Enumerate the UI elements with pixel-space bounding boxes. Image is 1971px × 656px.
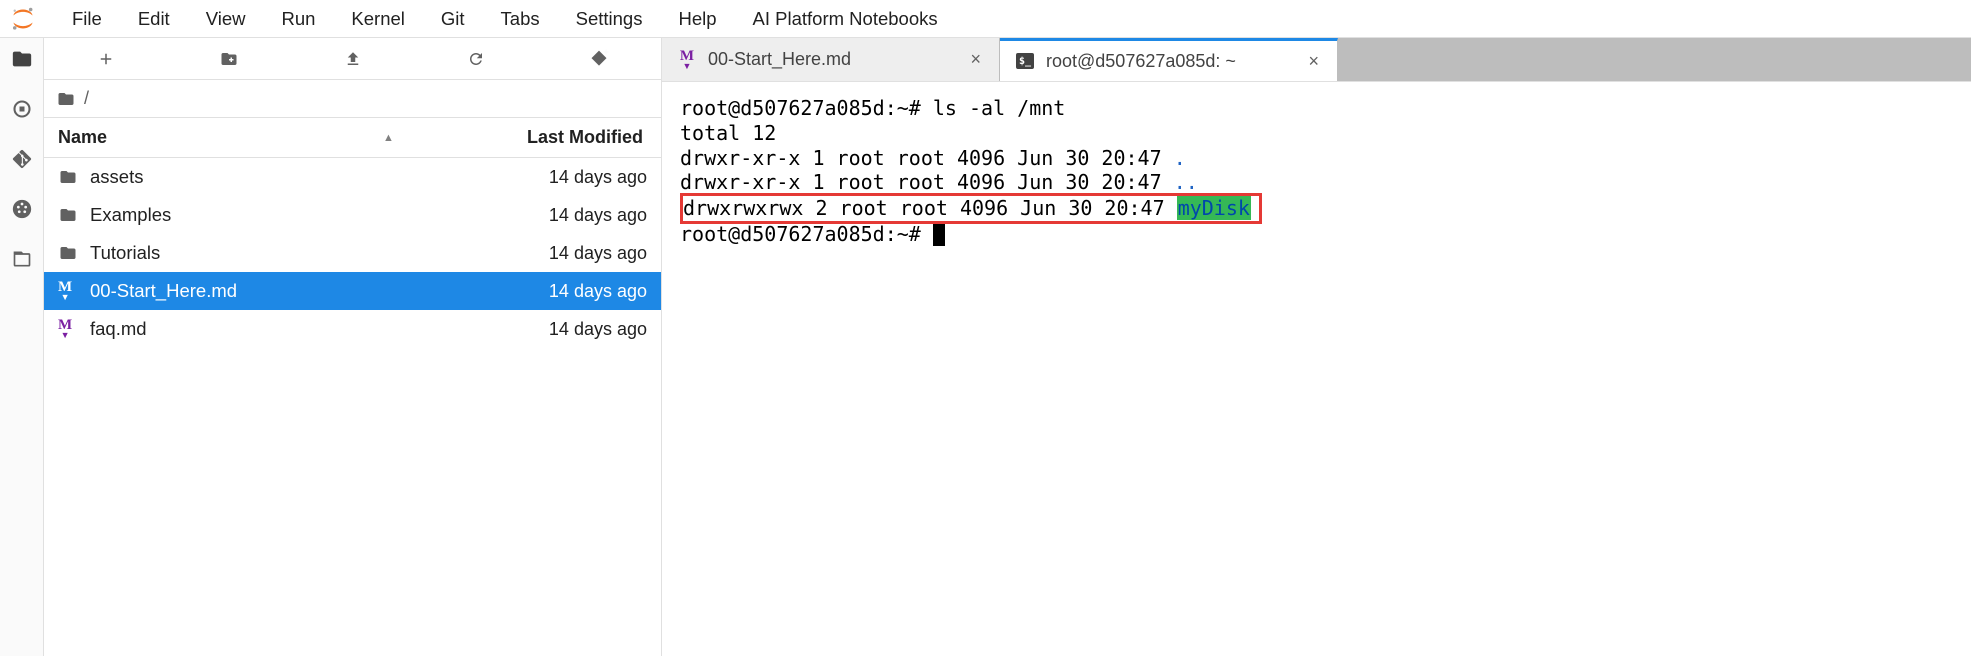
- file-name: faq.md: [82, 318, 549, 340]
- breadcrumb[interactable]: /: [44, 80, 661, 118]
- markdown-icon: M▼: [58, 280, 82, 302]
- column-modified-header: Last Modified: [527, 127, 647, 148]
- terminal-icon: $_: [1014, 53, 1036, 69]
- menubar-items: FileEditViewRunKernelGitTabsSettingsHelp…: [54, 2, 956, 36]
- menu-edit[interactable]: Edit: [120, 2, 188, 36]
- column-name-header: Name: [58, 127, 107, 148]
- close-icon[interactable]: ×: [1304, 49, 1323, 74]
- close-icon[interactable]: ×: [966, 47, 985, 72]
- markdown-icon: M▼: [676, 49, 698, 71]
- folder-icon: [56, 90, 76, 108]
- jupyter-logo[interactable]: [8, 4, 38, 34]
- tab[interactable]: $_ root@d507627a085d: ~×: [1000, 38, 1338, 81]
- file-row[interactable]: Examples14 days ago: [44, 196, 661, 234]
- breadcrumb-path: /: [84, 88, 89, 109]
- menu-view[interactable]: View: [188, 2, 264, 36]
- terminal-text: drwxrwxrwx 2 root root 4096 Jun 30 20:47: [683, 196, 1177, 220]
- terminal-text: drwxr-xr-x 1 root root 4096 Jun 30 20:47: [680, 170, 1174, 194]
- sort-caret-icon: ▲: [383, 132, 394, 144]
- commands-icon[interactable]: [11, 198, 33, 220]
- file-list-header[interactable]: Name ▲ Last Modified: [44, 118, 661, 158]
- menu-file[interactable]: File: [54, 2, 120, 36]
- file-name: 00-Start_Here.md: [82, 280, 549, 302]
- folder-icon: [58, 206, 82, 224]
- menubar: FileEditViewRunKernelGitTabsSettingsHelp…: [0, 0, 1971, 38]
- terminal-line: drwxr-xr-x 1 root root 4096 Jun 30 20:47…: [680, 146, 1953, 171]
- tabbar: M▼00-Start_Here.md×$_root@d507627a085d: …: [662, 38, 1971, 82]
- file-row[interactable]: M▼00-Start_Here.md14 days ago: [44, 272, 661, 310]
- file-row[interactable]: M▼faq.md14 days ago: [44, 310, 661, 348]
- git-icon[interactable]: [11, 148, 33, 170]
- file-modified: 14 days ago: [549, 319, 647, 340]
- terminal-text: myDisk: [1177, 196, 1251, 220]
- menu-kernel[interactable]: Kernel: [333, 2, 422, 36]
- file-modified: 14 days ago: [549, 205, 647, 226]
- menu-run[interactable]: Run: [263, 2, 333, 36]
- refresh-button[interactable]: [414, 50, 537, 68]
- folder-icon: [58, 168, 82, 186]
- file-name: assets: [82, 166, 549, 188]
- tab[interactable]: M▼ 00-Start_Here.md×: [662, 38, 1000, 81]
- file-row[interactable]: Tutorials14 days ago: [44, 234, 661, 272]
- markdown-icon: M▼: [58, 318, 82, 340]
- terminal-line: root@d507627a085d:~#: [680, 222, 1953, 247]
- menu-settings[interactable]: Settings: [558, 2, 661, 36]
- terminal-text: drwxr-xr-x 1 root root 4096 Jun 30 20:47: [680, 146, 1174, 170]
- terminal-line: drwxrwxrwx 2 root root 4096 Jun 30 20:47…: [680, 195, 1953, 222]
- file-name: Examples: [82, 204, 549, 226]
- file-row[interactable]: assets14 days ago: [44, 158, 661, 196]
- svg-text:+: +: [603, 49, 609, 59]
- folder-icon[interactable]: [11, 48, 33, 70]
- folder-icon: [58, 244, 82, 262]
- terminal-text: root@d507627a085d:~#: [680, 222, 933, 246]
- menu-git[interactable]: Git: [423, 2, 483, 36]
- file-name: Tutorials: [82, 242, 549, 264]
- menu-help[interactable]: Help: [660, 2, 734, 36]
- file-modified: 14 days ago: [549, 243, 647, 264]
- content-area: M▼00-Start_Here.md×$_root@d507627a085d: …: [662, 38, 1971, 656]
- terminal-text: ..: [1174, 170, 1198, 194]
- highlighted-line: drwxrwxrwx 2 root root 4096 Jun 30 20:47…: [680, 193, 1262, 224]
- tab-label: 00-Start_Here.md: [708, 49, 966, 70]
- file-modified: 14 days ago: [549, 281, 647, 302]
- terminal-text: root@d507627a085d:~# ls -al /mnt: [680, 96, 1065, 120]
- terminal-text: .: [1174, 146, 1186, 170]
- tab-label: root@d507627a085d: ~: [1046, 51, 1304, 72]
- left-rail: [0, 38, 44, 656]
- new-launcher-button[interactable]: [44, 50, 167, 68]
- terminal-line: drwxr-xr-x 1 root root 4096 Jun 30 20:47…: [680, 170, 1953, 195]
- file-browser-toolbar: +: [44, 38, 661, 80]
- terminal-cursor: [933, 224, 945, 246]
- file-modified: 14 days ago: [549, 167, 647, 188]
- menu-ai-platform-notebooks[interactable]: AI Platform Notebooks: [735, 2, 956, 36]
- terminal[interactable]: root@d507627a085d:~# ls -al /mnttotal 12…: [662, 82, 1971, 656]
- terminal-text: total 12: [680, 121, 776, 145]
- tabs-icon[interactable]: [11, 248, 33, 270]
- file-list: assets14 days agoExamples14 days agoTuto…: [44, 158, 661, 656]
- file-browser: + / Name ▲ Last Modified assets14 days a…: [44, 38, 662, 656]
- running-icon[interactable]: [11, 98, 33, 120]
- menu-tabs[interactable]: Tabs: [483, 2, 558, 36]
- terminal-line: total 12: [680, 121, 1953, 146]
- git-clone-button[interactable]: +: [538, 49, 661, 69]
- upload-button[interactable]: [291, 50, 414, 68]
- terminal-line: root@d507627a085d:~# ls -al /mnt: [680, 96, 1953, 121]
- new-folder-button[interactable]: [167, 50, 290, 68]
